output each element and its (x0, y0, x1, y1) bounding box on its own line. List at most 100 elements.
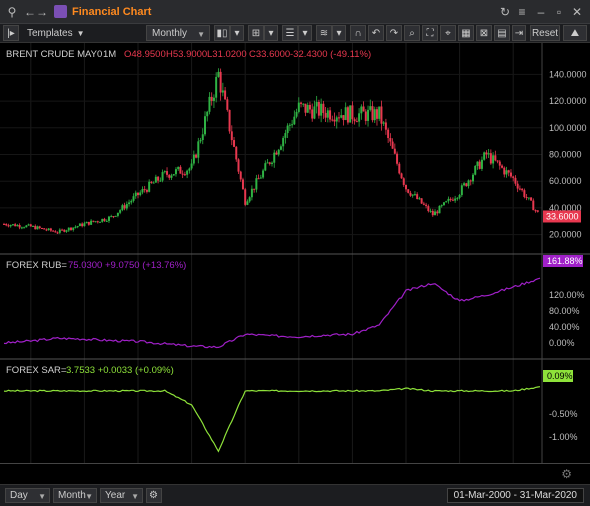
candle-body (317, 101, 320, 116)
templates-dropdown[interactable]: Templates ▼ (22, 25, 85, 41)
grid (0, 43, 542, 463)
candle-body (174, 169, 177, 175)
candle-body (7, 225, 10, 227)
y-tick-label: 0.00% (549, 338, 575, 348)
candle-body (467, 180, 470, 187)
refresh-icon[interactable]: ↻ (497, 4, 513, 20)
candle-body (107, 216, 110, 221)
candle-body (103, 218, 106, 221)
candle-body (409, 192, 412, 196)
candle-body (431, 210, 434, 216)
candle-body (342, 115, 345, 121)
day-select[interactable]: Day ▼ (5, 488, 50, 503)
list-dropdown[interactable]: ▾ (298, 25, 312, 41)
panel-toggle-icon[interactable]: |▸ (3, 25, 19, 41)
candle-body (273, 152, 276, 163)
chart-svg[interactable]: 140.0000 120.0000 100.0000 80.0000 60.0000 40… (0, 43, 590, 479)
candle-body (14, 224, 17, 227)
list-icon[interactable]: ☰ (282, 25, 298, 41)
candle-body (308, 104, 311, 110)
wave-dropdown[interactable]: ▾ (332, 25, 346, 41)
candle-body (389, 138, 392, 142)
undo-icon[interactable]: ↶ (368, 25, 384, 41)
settings-gear-icon[interactable]: ⚙ (561, 467, 572, 481)
crosshair-icon[interactable]: ⌖ (440, 25, 456, 41)
settings-icon[interactable]: ⚙ (146, 488, 162, 503)
candle-body (128, 202, 131, 205)
candle-body (516, 183, 519, 189)
forward-icon[interactable]: → (34, 4, 50, 20)
candle-body (425, 204, 428, 207)
candle-body (3, 223, 5, 225)
candle-body (480, 159, 483, 169)
chevron-down-icon: ▼ (85, 492, 93, 501)
candle-body (195, 154, 198, 158)
date-range-field[interactable]: 01-Mar-2000 - 31-Mar-2020 (446, 488, 584, 503)
y-tick-label: 40.00% (549, 322, 580, 332)
candle-body (413, 194, 416, 196)
candle-body (534, 210, 537, 212)
grid-icon[interactable]: ▦ (458, 25, 474, 41)
fit-icon[interactable]: ⛶ (422, 25, 438, 41)
y-tick-label: 80.00% (549, 306, 580, 316)
candle-body (206, 111, 209, 117)
maximize-icon[interactable]: ▫ (551, 4, 567, 20)
wave-icon[interactable]: ≋ (316, 25, 332, 41)
candle-body (465, 183, 468, 187)
line-style-dropdown[interactable]: ▾ (264, 25, 278, 41)
link-icon[interactable]: ⚲ (4, 4, 20, 20)
window-title: Financial Chart (72, 6, 152, 18)
line-style-icon[interactable]: ⊞ (248, 25, 264, 41)
candle-body (141, 189, 144, 193)
candle-body (34, 225, 37, 230)
interval-value: Monthly (152, 27, 188, 39)
candle-body (324, 112, 327, 118)
magnet-icon[interactable]: ∩ (350, 25, 366, 41)
minimize-icon[interactable]: – (533, 4, 549, 20)
candle-body (145, 190, 148, 192)
year-select[interactable]: Year ▼ (100, 488, 143, 503)
candle-body (121, 205, 124, 211)
reset-button[interactable]: Reset (530, 25, 560, 41)
candle-body (313, 106, 316, 119)
candle-body (74, 226, 77, 228)
candle-body (83, 223, 86, 227)
candle-body (521, 188, 524, 191)
candle-body (168, 174, 171, 178)
candle-body (54, 231, 57, 233)
candle-body (364, 111, 367, 121)
candle-body (177, 166, 180, 170)
month-select[interactable]: Month ▼ (53, 488, 97, 503)
candle-body (228, 109, 231, 132)
candle-body (101, 218, 104, 222)
delete-icon[interactable]: ⊠ (476, 25, 492, 41)
candle-body (116, 212, 119, 216)
chart-area[interactable]: 140.0000 120.0000 100.0000 80.0000 60.0000 40… (0, 43, 590, 479)
candlestick-chart-icon[interactable]: ▮▯ (214, 25, 230, 41)
candle-body (300, 102, 303, 104)
close-icon[interactable]: ✕ (569, 4, 585, 20)
redo-icon[interactable]: ↷ (386, 25, 402, 41)
y-tick-label: 100.0000 (549, 123, 587, 133)
candle-body (496, 160, 499, 162)
candle-body (527, 197, 530, 199)
menu-icon[interactable]: ≡ (514, 4, 530, 20)
candle-body (447, 198, 450, 202)
candle-body (514, 177, 517, 184)
interval-select[interactable]: Monthly ▼ (146, 25, 210, 41)
export-icon[interactable]: ⇥ (512, 25, 526, 41)
mountain-view-icon[interactable]: ⛰ (563, 25, 587, 41)
candle-body (360, 106, 363, 114)
main-change: -32.4300 (-49.11%) (290, 49, 371, 60)
zoom-icon[interactable]: ⌕ (404, 25, 420, 41)
candle-body (405, 184, 407, 190)
candle-body (422, 203, 425, 205)
candle-body (5, 224, 8, 226)
candle-body (476, 161, 479, 166)
candle-body (393, 148, 396, 154)
toolbar: |▸ Templates ▼ Monthly ▼ ▮▯ ▾ ⊞ ▾ ☰ ▾ ≋ ▾ … (0, 24, 590, 43)
candle-body (186, 170, 189, 175)
candle-body (217, 71, 220, 77)
table-icon[interactable]: ▤ (494, 25, 510, 41)
chart-type-dropdown[interactable]: ▾ (230, 25, 244, 41)
